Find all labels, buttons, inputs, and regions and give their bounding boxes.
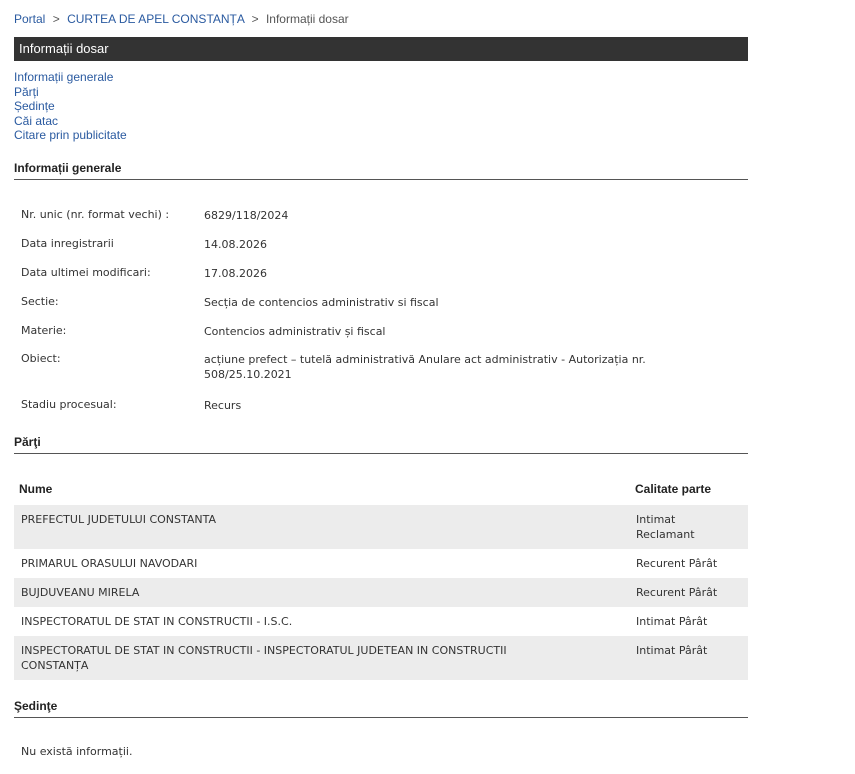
party-role: Intimat Pârât [636,644,708,657]
info-label: Sectie: [21,295,59,308]
nav-link-sedinte[interactable]: Ședințe [14,99,127,114]
info-value: 6829/118/2024 [204,209,289,222]
party-name: BUJDUVEANU MIRELA [21,586,140,599]
party-role: Intimat Reclamant [636,513,695,541]
info-value: 14.08.2026 [204,238,267,251]
table-row: PRIMARUL ORASULUI NAVODARI Recurent Pârâ… [14,549,748,578]
sedinte-empty-message: Nu există informații. [21,745,133,758]
info-value: Secția de contencios administrativ si fi… [204,296,439,309]
nav-link-citare-prin-publicitate[interactable]: Citare prin publicitate [14,128,127,143]
section-heading-sedinte: Şedinţe [14,699,748,718]
breadcrumb-link-court[interactable]: CURTEA DE APEL CONSTANȚA [67,12,244,26]
table-row: BUJDUVEANU MIRELA Recurent Pârât [14,578,748,607]
party-role: Recurent Pârât [636,586,718,599]
info-label: Obiect: [21,352,61,365]
nav-link-informatii-generale[interactable]: Informații generale [14,70,127,85]
table-row: INSPECTORATUL DE STAT IN CONSTRUCTII - I… [14,607,748,636]
breadcrumb-separator: > [251,12,259,26]
info-value: acțiune prefect – tutelă administrativă … [204,353,646,381]
breadcrumb-current: Informații dosar [265,12,349,26]
info-label: Data inregistrarii [21,237,114,250]
party-name: PRIMARUL ORASULUI NAVODARI [21,557,198,570]
party-role: Recurent Pârât [636,557,718,570]
column-header-calitate-parte: Calitate parte [635,482,712,496]
column-header-nume: Nume [19,482,53,496]
info-value: 17.08.2026 [204,267,267,280]
info-value: Recurs [204,399,242,412]
section-heading-parti: Părţi [14,435,748,454]
nav-link-parti[interactable]: Părți [14,85,127,100]
party-name: INSPECTORATUL DE STAT IN CONSTRUCTII - I… [21,644,507,672]
info-label: Data ultimei modificari: [21,266,151,279]
page-title: Informații dosar [14,37,748,61]
table-row: PREFECTUL JUDETULUI CONSTANTA Intimat Re… [14,505,748,549]
section-heading-informatii-generale: Informații generale [14,161,748,180]
info-label: Nr. unic (nr. format vechi) : [21,208,170,221]
table-row: INSPECTORATUL DE STAT IN CONSTRUCTII - I… [14,636,748,680]
party-role: Intimat Pârât [636,615,708,628]
section-nav: Informații generale Părți Ședințe Căi at… [14,70,127,143]
party-name: PREFECTUL JUDETULUI CONSTANTA [21,513,216,526]
breadcrumb-link-portal[interactable]: Portal [14,12,45,26]
info-value: Contencios administrativ și fiscal [204,325,386,338]
nav-link-cai-atac[interactable]: Căi atac [14,114,127,129]
breadcrumb-separator: > [52,12,60,26]
info-label: Stadiu procesual: [21,398,117,411]
party-name: INSPECTORATUL DE STAT IN CONSTRUCTII - I… [21,615,293,628]
info-label: Materie: [21,324,67,337]
breadcrumb: Portal > CURTEA DE APEL CONSTANȚA > Info… [14,12,349,26]
